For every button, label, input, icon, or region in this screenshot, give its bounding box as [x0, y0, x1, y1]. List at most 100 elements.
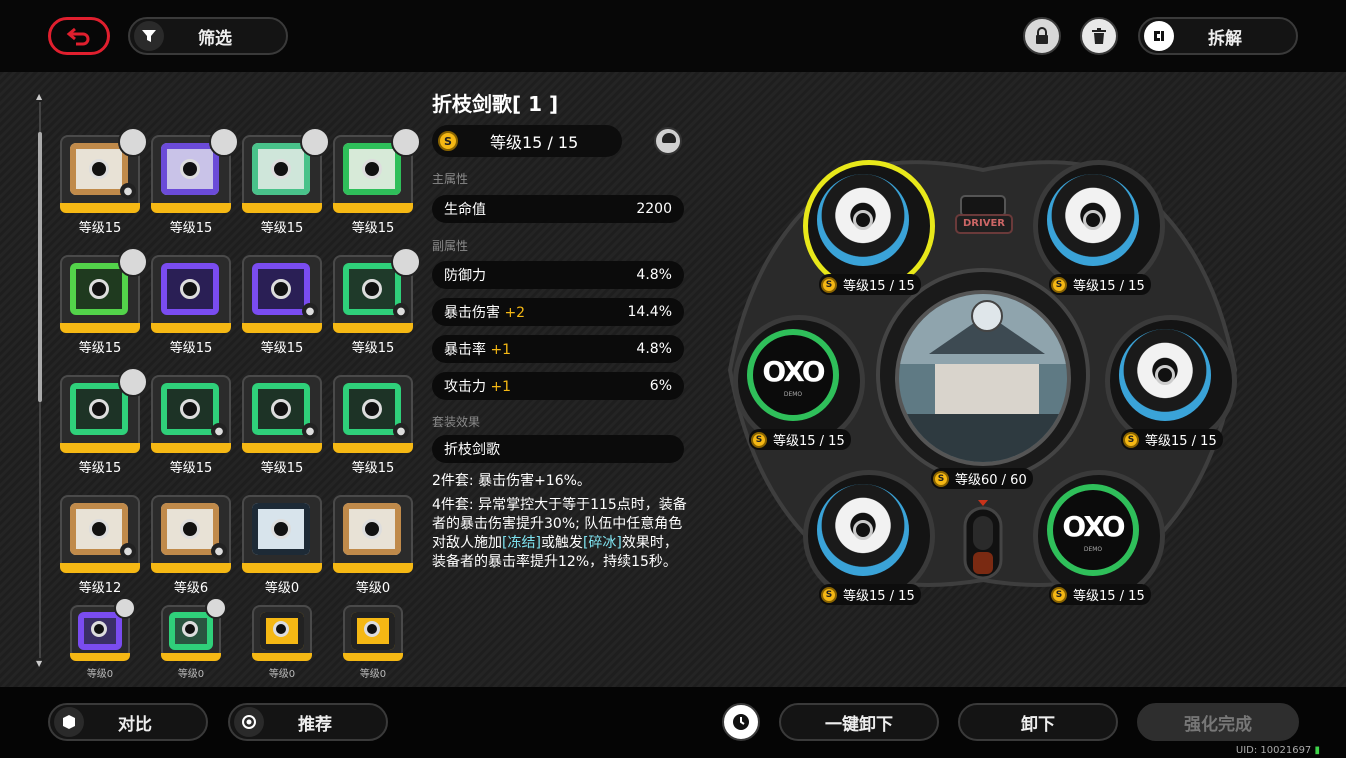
trash-button[interactable]: [1080, 17, 1118, 55]
lock-icon: ●: [211, 543, 227, 559]
disc-level-label: 等级0: [268, 669, 296, 680]
disc-hub-icon: [89, 399, 109, 419]
lock-icon: ●: [120, 543, 136, 559]
disc-hub-icon: [271, 399, 291, 419]
agent-avatar: [205, 597, 227, 619]
agent-avatar: [118, 367, 148, 397]
main-stat-value: 2200: [636, 201, 672, 217]
disc-item[interactable]: 等级6 ●: [151, 495, 231, 596]
disc-item[interactable]: 等级15: [242, 127, 330, 236]
level-coin-icon: S: [933, 470, 949, 487]
unequip-button[interactable]: 卸下: [958, 703, 1118, 741]
disc-item[interactable]: 等级0: [333, 495, 413, 596]
disc-item[interactable]: 等级15: [333, 127, 421, 236]
level-coin-icon: S: [751, 431, 767, 448]
disc-hub-icon: [362, 519, 382, 539]
drive-disc-slot-4[interactable]: S 等级15 / 15: [1105, 315, 1237, 450]
agent-avatar: [391, 247, 421, 277]
agent-avatar: [391, 127, 421, 157]
disc-item[interactable]: 等级15 ●: [151, 375, 231, 476]
slot-level: S 等级15 / 15: [1121, 429, 1223, 450]
set-effect-header: 套装效果: [432, 415, 481, 429]
driver-label: DRIVER: [963, 218, 1005, 229]
agent-avatar: [300, 127, 330, 157]
disc-card: [343, 605, 403, 659]
disc-hub-icon: [182, 621, 198, 637]
top-bar: 筛选 拆解: [0, 0, 1346, 72]
disc-hub-icon: [89, 279, 109, 299]
disc-hub-icon: [180, 399, 200, 419]
disc-item[interactable]: 等级15 ●: [242, 255, 322, 356]
disc-item[interactable]: 等级15 ●: [333, 375, 413, 476]
filter-button[interactable]: 筛选: [128, 17, 288, 55]
disc-item[interactable]: 等级0: [242, 495, 322, 596]
disc-hub-icon: [364, 621, 380, 637]
shatter-keyword: [碎冰]: [582, 535, 622, 551]
compare-button[interactable]: 对比: [48, 703, 208, 741]
lock-icon: ●: [120, 183, 136, 199]
set-name-row: 折枝剑歌: [432, 435, 684, 463]
agent-avatar: [114, 597, 136, 619]
scroll-down-icon[interactable]: ▼: [36, 659, 42, 668]
disc-level-label: 等级6: [173, 581, 209, 596]
slot-level: S 等级15 / 15: [819, 274, 921, 295]
drive-disc-slot-2[interactable]: S 等级15 / 15: [1033, 160, 1165, 295]
disc-card: [242, 255, 322, 331]
drive-disc-slot-6[interactable]: OXO DEMO S 等级15 / 15: [1033, 470, 1165, 605]
disassemble-button[interactable]: 拆解: [1138, 17, 1298, 55]
disc-card: [151, 375, 231, 451]
agent-portrait-center[interactable]: [895, 290, 1071, 466]
disc-item[interactable]: 等级15: [151, 255, 231, 356]
timer-button[interactable]: [722, 703, 760, 741]
agent-avatar: [118, 127, 148, 157]
disc-item[interactable]: 等级15 ●: [242, 375, 322, 476]
disc-level-label: 等级15: [351, 221, 395, 236]
disc-level-label: 等级15: [260, 341, 304, 356]
disc-hub-icon: [89, 159, 109, 179]
drive-disc-slot-5[interactable]: S 等级15 / 15: [803, 470, 935, 605]
enhance-complete-button[interactable]: 强化完成: [1137, 703, 1299, 741]
disc-item[interactable]: 等级15: [60, 367, 148, 476]
disc-hub-icon: [271, 519, 291, 539]
sub-stat-name: 防御力: [444, 268, 486, 284]
unequip-all-button[interactable]: 一键卸下: [779, 703, 939, 741]
timer-icon: [733, 714, 749, 730]
recommend-button[interactable]: 推荐: [228, 703, 388, 741]
disc-card: [151, 495, 231, 571]
sub-stat-value: 14.4%: [627, 304, 672, 320]
scroll-up-icon[interactable]: ▲: [36, 92, 42, 101]
inventory-scrollbar[interactable]: ▲ ▼: [36, 92, 44, 668]
disc-item[interactable]: 等级15: [151, 127, 239, 236]
disc-item[interactable]: 等级15: [60, 247, 148, 356]
freeze-keyword: [冻结]: [502, 535, 541, 551]
disc-level-label: 等级15: [169, 461, 213, 476]
disc-hub-icon: [271, 159, 291, 179]
disc-hub-icon: [362, 279, 382, 299]
disassemble-icon: [1144, 21, 1174, 51]
scroll-thumb[interactable]: [38, 132, 42, 402]
disc-level-label: 等级0: [359, 669, 387, 680]
sub-stat-value: 4.8%: [636, 267, 672, 283]
disc-level-label: 等级15: [78, 341, 122, 356]
sub-stat-row: 防御力 4.8%: [432, 261, 684, 289]
drive-disc-slot-1[interactable]: S 等级15 / 15: [803, 160, 935, 295]
sub-stat-value: 6%: [649, 378, 672, 394]
level-coin-icon: S: [438, 131, 458, 151]
lock-button[interactable]: [1023, 17, 1061, 55]
disc-item[interactable]: 等级12 ●: [60, 495, 140, 596]
disc-hub-icon: [362, 159, 382, 179]
disc-hub-icon: [91, 621, 107, 637]
back-button[interactable]: [48, 17, 110, 55]
lock-icon: ●: [393, 423, 409, 439]
disc-card: [333, 495, 413, 571]
disc-item[interactable]: 等级15 ●: [60, 127, 148, 236]
equipped-agent-avatar[interactable]: [654, 127, 682, 155]
disc-item[interactable]: 等级15 ●: [333, 247, 421, 356]
sub-stat-header: 副属性: [432, 239, 469, 253]
disc-level-label: 等级15: [169, 341, 213, 356]
disc-hub-icon: [853, 520, 873, 540]
disassemble-label: 拆解: [1208, 28, 1242, 49]
drive-disc-slot-3[interactable]: OXO DEMO S 等级15 / 15: [733, 315, 865, 450]
disc-level-pill: S 等级15 / 15: [432, 125, 622, 157]
disc-card: [60, 495, 140, 571]
